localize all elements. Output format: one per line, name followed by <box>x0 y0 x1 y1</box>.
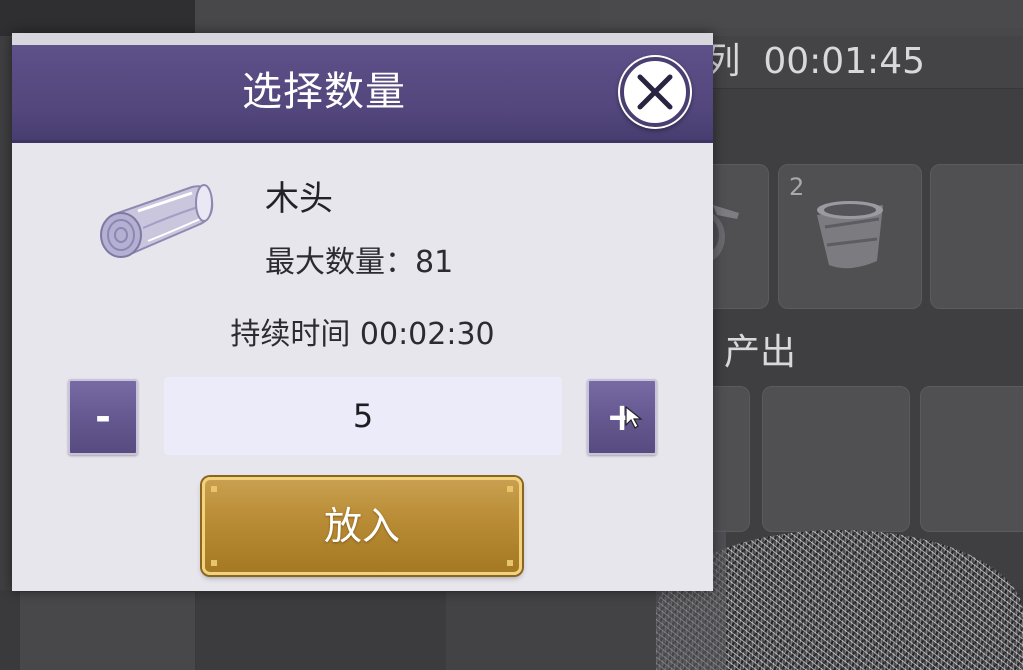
dialog-title: 选择数量 <box>242 69 406 115</box>
queue-label: 列 <box>712 42 741 82</box>
queue-timer: 00:01:45 <box>763 42 925 82</box>
inventory-slot[interactable] <box>930 164 1023 309</box>
duration-value: 00:02:30 <box>359 317 495 352</box>
wood-log-icon <box>100 184 214 258</box>
max-quantity: 最大数量：81 <box>265 245 453 281</box>
queue-header: 列 00:01:45 <box>712 42 1023 82</box>
duration-label: 持续时间 <box>230 317 351 352</box>
background-panel <box>20 592 195 670</box>
close-button[interactable] <box>618 55 692 129</box>
button-corner-ornament <box>211 486 217 492</box>
output-label: 产出 <box>723 332 796 373</box>
close-x-icon <box>620 57 690 127</box>
select-quantity-dialog: 选择数量 木头 最大数量：81 持续时间 00:02:30 - 5 + 放入 <box>12 33 713 591</box>
item-name: 木头 <box>265 179 333 219</box>
game-screen: 列 00:01:45 2 产出 选择数量 木头 最大数量：81 持续时间 00:… <box>0 0 1023 670</box>
output-slot[interactable] <box>920 386 1023 532</box>
decrement-button[interactable]: - <box>68 379 138 455</box>
inventory-slot[interactable]: 2 <box>778 164 922 309</box>
cursor-icon <box>625 405 643 429</box>
increment-button[interactable]: + <box>587 379 657 455</box>
quantity-input[interactable]: 5 <box>164 377 562 455</box>
output-header: 产出 <box>712 330 832 376</box>
dialog-top-band <box>12 33 713 45</box>
background-panel <box>196 592 446 670</box>
confirm-button[interactable]: 放入 <box>202 477 522 575</box>
max-quantity-label: 最大数量： <box>265 245 415 280</box>
background-panel <box>600 0 1023 28</box>
button-corner-ornament <box>211 560 217 566</box>
output-slot[interactable] <box>762 386 910 532</box>
background-panel <box>446 592 656 670</box>
max-quantity-value: 81 <box>415 245 454 280</box>
button-corner-ornament <box>507 486 513 492</box>
confirm-button-label: 放入 <box>323 504 400 548</box>
button-corner-ornament <box>507 560 513 566</box>
duration: 持续时间 00:02:30 <box>12 315 713 355</box>
background-panel <box>0 0 195 36</box>
bucket-icon <box>817 201 883 269</box>
